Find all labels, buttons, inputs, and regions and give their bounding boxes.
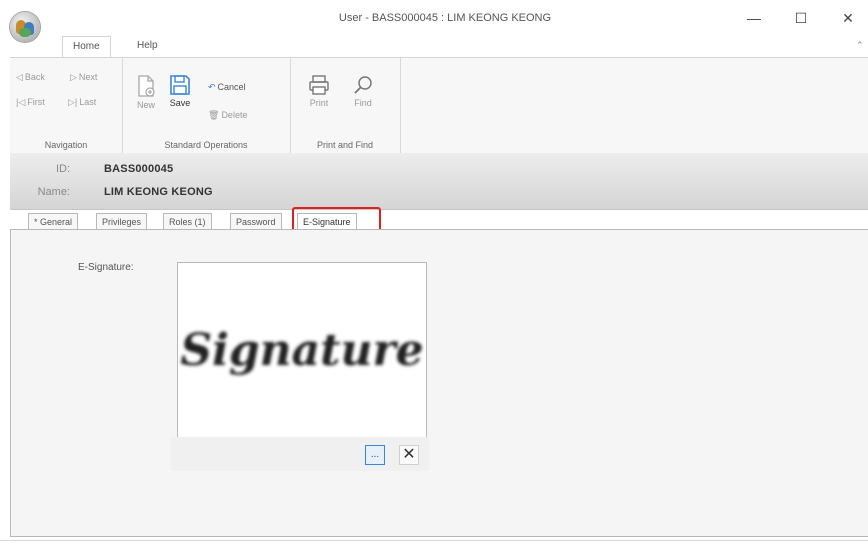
close-button[interactable]: ✕ — [835, 6, 861, 30]
record-header: ID: BASS000045 Name: LIM KEONG KEONG — [10, 153, 868, 210]
cancel-label: Cancel — [217, 82, 246, 92]
status-divider — [0, 540, 868, 541]
tab-privileges[interactable]: Privileges — [96, 213, 148, 230]
back-arrow-icon: ◁ — [16, 72, 23, 82]
next-arrow-icon: ▷ — [70, 72, 77, 82]
signature-image: Signature — [180, 325, 423, 376]
minimize-button[interactable]: — — [741, 6, 767, 30]
new-button[interactable]: New — [132, 74, 160, 110]
print-find-group-label: Print and Find — [316, 140, 374, 150]
name-label: Name: — [37, 186, 70, 198]
trash-icon: 🗑 — [208, 110, 220, 120]
printer-icon — [309, 75, 329, 95]
ribbon-group-navigation: ◁ Back ▷ Next |◁ First ▷| Last Navigation — [10, 58, 123, 153]
save-disk-icon — [170, 75, 190, 95]
name-value: LIM KEONG KEONG — [104, 186, 213, 198]
ribbon: ◁ Back ▷ Next |◁ First ▷| Last Navigation Ne… — [10, 57, 868, 154]
tab-general[interactable]: * General — [28, 213, 79, 230]
back-label: Back — [24, 72, 45, 82]
new-document-icon — [138, 75, 155, 97]
next-label: Next — [78, 72, 98, 82]
ribbon-tab-home[interactable]: Home — [62, 36, 111, 59]
id-value: BASS000045 — [104, 163, 174, 175]
undo-icon: ↶ — [208, 82, 216, 92]
last-button[interactable]: ▷| Last — [68, 97, 96, 108]
window-title: User - BASS000045 : LIM KEONG KEONG — [338, 12, 552, 24]
tab-roles[interactable]: Roles (1) — [163, 213, 212, 230]
clear-signature-button[interactable]: ✕ — [399, 445, 419, 465]
e-signature-panel — [10, 229, 868, 537]
maximize-button[interactable]: ☐ — [788, 6, 814, 30]
first-label: First — [27, 97, 45, 107]
back-button[interactable]: ◁ Back — [16, 72, 45, 83]
save-label: Save — [169, 98, 191, 108]
new-label: New — [136, 100, 155, 110]
print-button[interactable]: Print — [304, 74, 334, 108]
app-logo-icon[interactable] — [10, 12, 40, 42]
id-label: ID: — [55, 163, 70, 175]
last-icon: ▷| — [68, 97, 78, 107]
delete-label: Delete — [221, 110, 248, 120]
first-button[interactable]: |◁ First — [16, 97, 45, 108]
find-label: Find — [354, 98, 372, 108]
ribbon-group-print-find: Print Find Print and Find — [290, 58, 401, 153]
e-signature-field-label: E-Signature: — [78, 262, 134, 273]
ribbon-tab-help[interactable]: Help — [127, 36, 168, 56]
ribbon-group-standard-operations: New Save ↶ Cancel 🗑 Delete Standard Operat… — [122, 58, 291, 153]
detail-tab-strip: * General Privileges Roles (1) Password … — [10, 209, 868, 231]
tab-password[interactable]: Password — [230, 213, 282, 230]
signature-actions-bar — [171, 437, 429, 471]
signature-image-box[interactable]: Signature — [177, 262, 427, 438]
delete-button[interactable]: 🗑 Delete — [208, 110, 247, 121]
first-icon: |◁ — [16, 97, 26, 107]
collapse-ribbon-icon[interactable]: ⌃ — [856, 40, 864, 51]
standard-operations-group-label: Standard Operations — [164, 140, 248, 150]
navigation-group-label: Navigation — [44, 140, 88, 150]
signature-text: Signature — [180, 325, 423, 376]
last-label: Last — [79, 97, 97, 107]
save-button[interactable]: Save — [166, 74, 194, 108]
print-label: Print — [309, 98, 329, 108]
browse-signature-button[interactable]: ... — [365, 445, 385, 465]
magnifier-icon — [354, 76, 372, 94]
cancel-button[interactable]: ↶ Cancel — [208, 82, 246, 93]
find-button[interactable]: Find — [348, 74, 378, 108]
next-button[interactable]: ▷ Next — [70, 72, 97, 83]
